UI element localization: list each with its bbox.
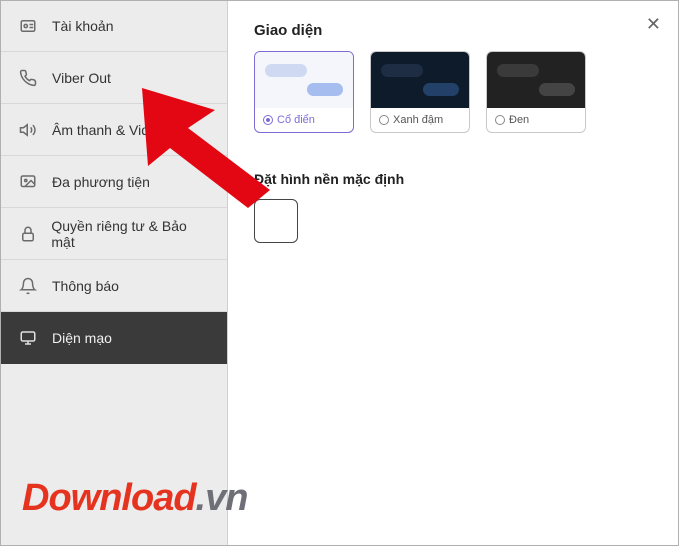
radio-icon: [495, 115, 505, 125]
speaker-icon: [18, 120, 38, 140]
theme-preview-classic: [255, 52, 353, 108]
background-section-title: Đặt hình nền mặc định: [254, 171, 440, 187]
default-background-section: Đặt hình nền mặc định: [242, 159, 452, 263]
theme-preview-dark-blue: [371, 52, 469, 108]
account-icon: [18, 16, 38, 36]
sidebar: Tài khoản Viber Out Âm thanh & Video Đa …: [0, 0, 228, 546]
main-panel: ✕ Giao diện Cổ điển Xanh đậm: [228, 0, 679, 546]
sidebar-item-label: Tài khoản: [52, 18, 113, 34]
sidebar-item-audio-video[interactable]: Âm thanh & Video: [0, 104, 227, 156]
close-icon: ✕: [646, 14, 661, 34]
sidebar-item-appearance[interactable]: Diện mạo: [0, 312, 227, 364]
sidebar-item-label: Âm thanh & Video: [52, 122, 165, 138]
appearance-icon: [18, 328, 38, 348]
sidebar-item-multimedia[interactable]: Đa phương tiện: [0, 156, 227, 208]
sidebar-item-label: Diện mạo: [52, 330, 112, 346]
phone-icon: [18, 68, 38, 88]
sidebar-item-account[interactable]: Tài khoản: [0, 0, 227, 52]
theme-label: Đen: [509, 114, 529, 126]
sidebar-item-label: Viber Out: [52, 70, 111, 86]
bell-icon: [18, 276, 38, 296]
lock-icon: [18, 224, 37, 244]
theme-section-title: Giao diện: [228, 0, 679, 51]
theme-card-black[interactable]: Đen: [486, 51, 586, 133]
theme-preview-black: [487, 52, 585, 108]
sidebar-item-notifications[interactable]: Thông báo: [0, 260, 227, 312]
theme-card-classic[interactable]: Cổ điển: [254, 51, 354, 133]
theme-card-dark-blue[interactable]: Xanh đậm: [370, 51, 470, 133]
theme-options: Cổ điển Xanh đậm Đen: [228, 51, 679, 133]
background-swatch-white[interactable]: [254, 199, 298, 243]
image-icon: [18, 172, 38, 192]
theme-label: Cổ điển: [277, 114, 315, 126]
sidebar-item-label: Thông báo: [52, 278, 119, 294]
radio-icon: [379, 115, 389, 125]
sidebar-item-privacy[interactable]: Quyền riêng tư & Bảo mật: [0, 208, 227, 260]
radio-selected-icon: [263, 115, 273, 125]
sidebar-item-label: Đa phương tiện: [52, 174, 150, 190]
sidebar-item-label: Quyền riêng tư & Bảo mật: [51, 218, 209, 250]
theme-label: Xanh đậm: [393, 114, 443, 126]
close-button[interactable]: ✕: [642, 10, 665, 39]
sidebar-item-viber-out[interactable]: Viber Out: [0, 52, 227, 104]
